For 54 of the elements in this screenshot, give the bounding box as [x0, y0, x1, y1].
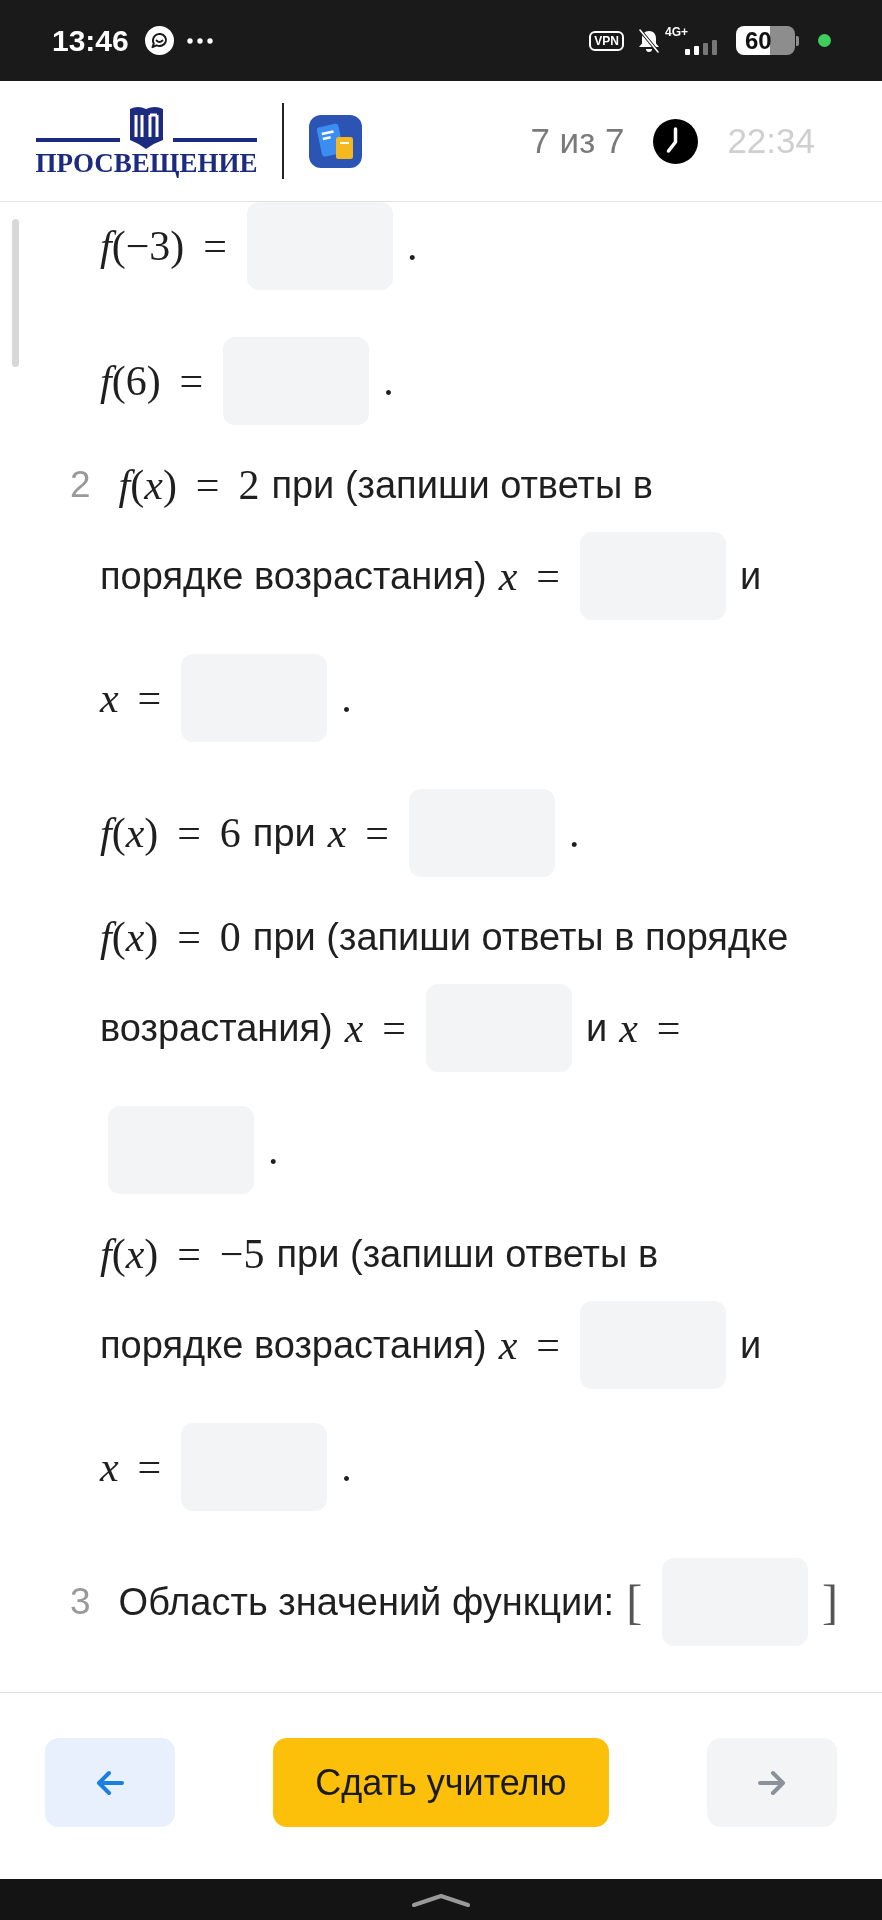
question-text: возрастания): [100, 1006, 333, 1050]
chat-icon: [144, 26, 174, 55]
battery-indicator: 60: [736, 26, 799, 55]
math-expression: f(x) = 2: [118, 461, 260, 509]
math-expression: f(−3) =: [100, 222, 227, 270]
math-expression: x =: [327, 809, 389, 857]
question-text: порядке возрастания): [100, 1323, 487, 1367]
signal-icon: [685, 40, 718, 55]
arrow-left-icon: [95, 1769, 125, 1796]
question-progress: 7 из 7: [530, 121, 625, 161]
bracket: ]: [822, 1578, 839, 1626]
math-expression: .: [406, 222, 418, 270]
logo-text: ПРОСВЕЩЕНИЕ: [35, 150, 258, 177]
question-text: при (запиши ответы в порядке: [252, 915, 789, 959]
math-expression: f(x) = −5: [100, 1230, 265, 1278]
network-type-label: 4G+: [665, 26, 688, 39]
arrow-right-icon: [757, 1769, 787, 1796]
question-text: порядке возрастания): [100, 554, 487, 598]
question-text: при (запиши ответы в: [276, 1232, 659, 1276]
muted-bell-icon: [637, 27, 661, 54]
chevron-up-icon[interactable]: [411, 1892, 471, 1907]
question-text: при (запиши ответы в: [271, 463, 653, 507]
math-expression: x =: [498, 552, 560, 600]
math-expression: .: [569, 809, 580, 857]
bracket: [: [626, 1578, 643, 1626]
vpn-indicator: VPN: [589, 30, 624, 51]
math-expression: .: [341, 1443, 352, 1491]
question-text: при: [252, 811, 316, 855]
math-expression: x =: [344, 1004, 406, 1052]
math-expression: .: [341, 674, 352, 722]
answer-field[interactable]: [246, 202, 393, 290]
clock-icon: [653, 118, 699, 164]
math-expression: x =: [498, 1321, 560, 1369]
more-icon: [186, 37, 213, 44]
indicator-dot-icon: [818, 34, 831, 47]
question-text: и: [739, 554, 762, 598]
math-expression: .: [268, 1126, 279, 1174]
math-expression: f(6) =: [100, 357, 204, 405]
question-number: 3: [70, 1581, 91, 1623]
logo-emblem-icon: [36, 105, 257, 149]
clock-time: 13:46: [52, 23, 129, 58]
question-text: Область значений функции:: [118, 1580, 615, 1624]
question-number: 2: [70, 464, 91, 506]
math-expression: x =: [619, 1004, 681, 1052]
math-expression: .: [383, 357, 394, 405]
math-expression: f(x) = 6: [100, 809, 241, 857]
math-expression: x =: [100, 1443, 162, 1491]
question-text: и: [739, 1323, 762, 1367]
submit-button[interactable]: Сдать учителю: [273, 1738, 609, 1827]
math-expression: f(x) = 0: [100, 913, 241, 961]
back-button[interactable]: [45, 1738, 175, 1827]
question-text: и: [585, 1006, 608, 1050]
app-icon: [309, 114, 362, 168]
math-expression: x =: [100, 674, 162, 722]
